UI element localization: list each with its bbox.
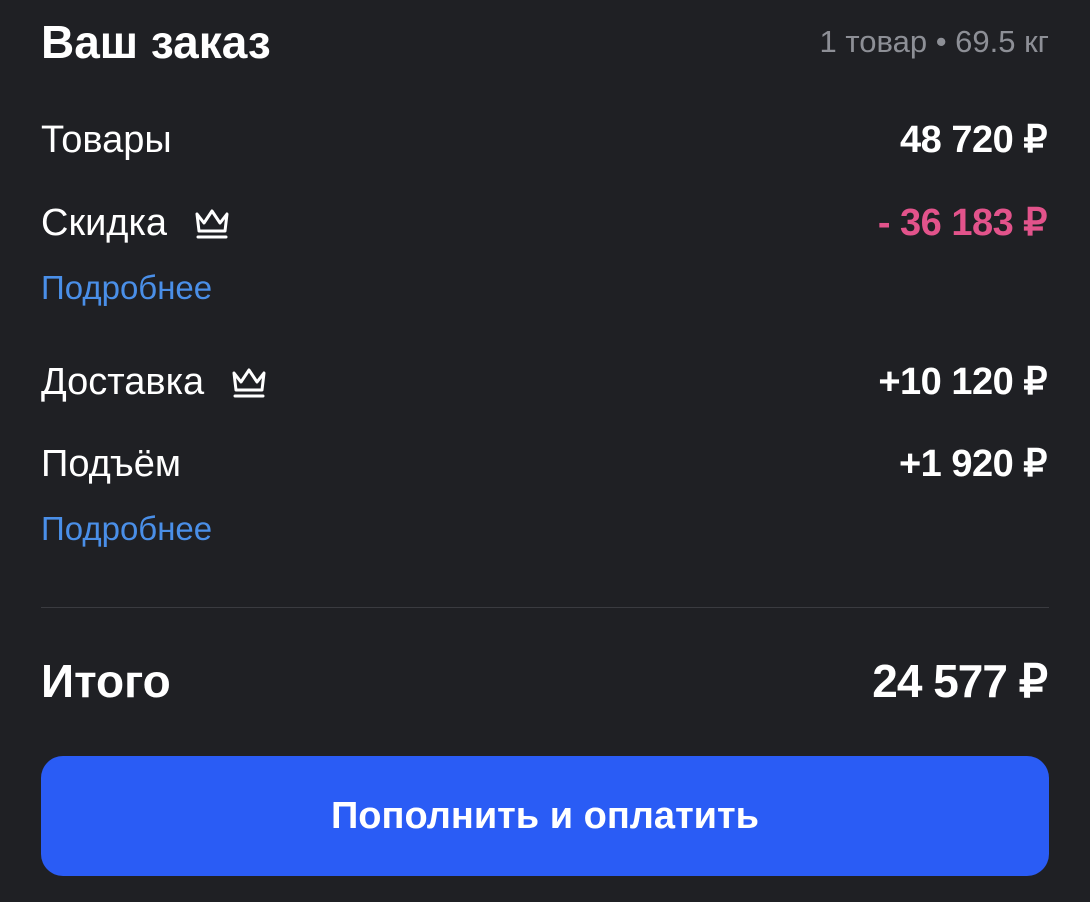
order-summary-card: Ваш заказ 1 товар • 69.5 кг Товары 48 72… — [0, 0, 1090, 902]
discount-label: Скидка — [41, 200, 231, 246]
order-title: Ваш заказ — [41, 16, 271, 68]
delivery-label: Доставка — [41, 359, 268, 405]
pay-button-label: Пополнить и оплатить — [330, 794, 760, 837]
delivery-value: +10 120 ₽ — [878, 361, 1047, 403]
goods-label: Товары — [41, 117, 172, 163]
discount-details-link[interactable]: Подробнее — [41, 268, 212, 308]
crown-icon — [195, 209, 229, 239]
discount-value: - 36 183 ₽ — [877, 202, 1048, 244]
lift-label-text: Подъём — [41, 443, 181, 485]
discount-label-text: Скидка — [41, 202, 168, 244]
top-up-and-pay-button[interactable]: Пополнить и оплатить — [41, 756, 1049, 876]
delivery-label-text: Доставка — [41, 361, 205, 403]
crown-icon — [232, 368, 266, 398]
total-value: 24 577 ₽ — [872, 655, 1048, 707]
goods-value: 48 720 ₽ — [900, 119, 1047, 161]
divider — [41, 607, 1049, 608]
order-meta: 1 товар • 69.5 кг — [819, 24, 1049, 59]
lift-details-link[interactable]: Подробнее — [41, 509, 212, 549]
lift-value: +1 920 ₽ — [898, 443, 1048, 485]
lift-label: Подъём — [41, 441, 181, 487]
total-label: Итого — [41, 655, 171, 707]
goods-label-text: Товары — [41, 119, 172, 161]
